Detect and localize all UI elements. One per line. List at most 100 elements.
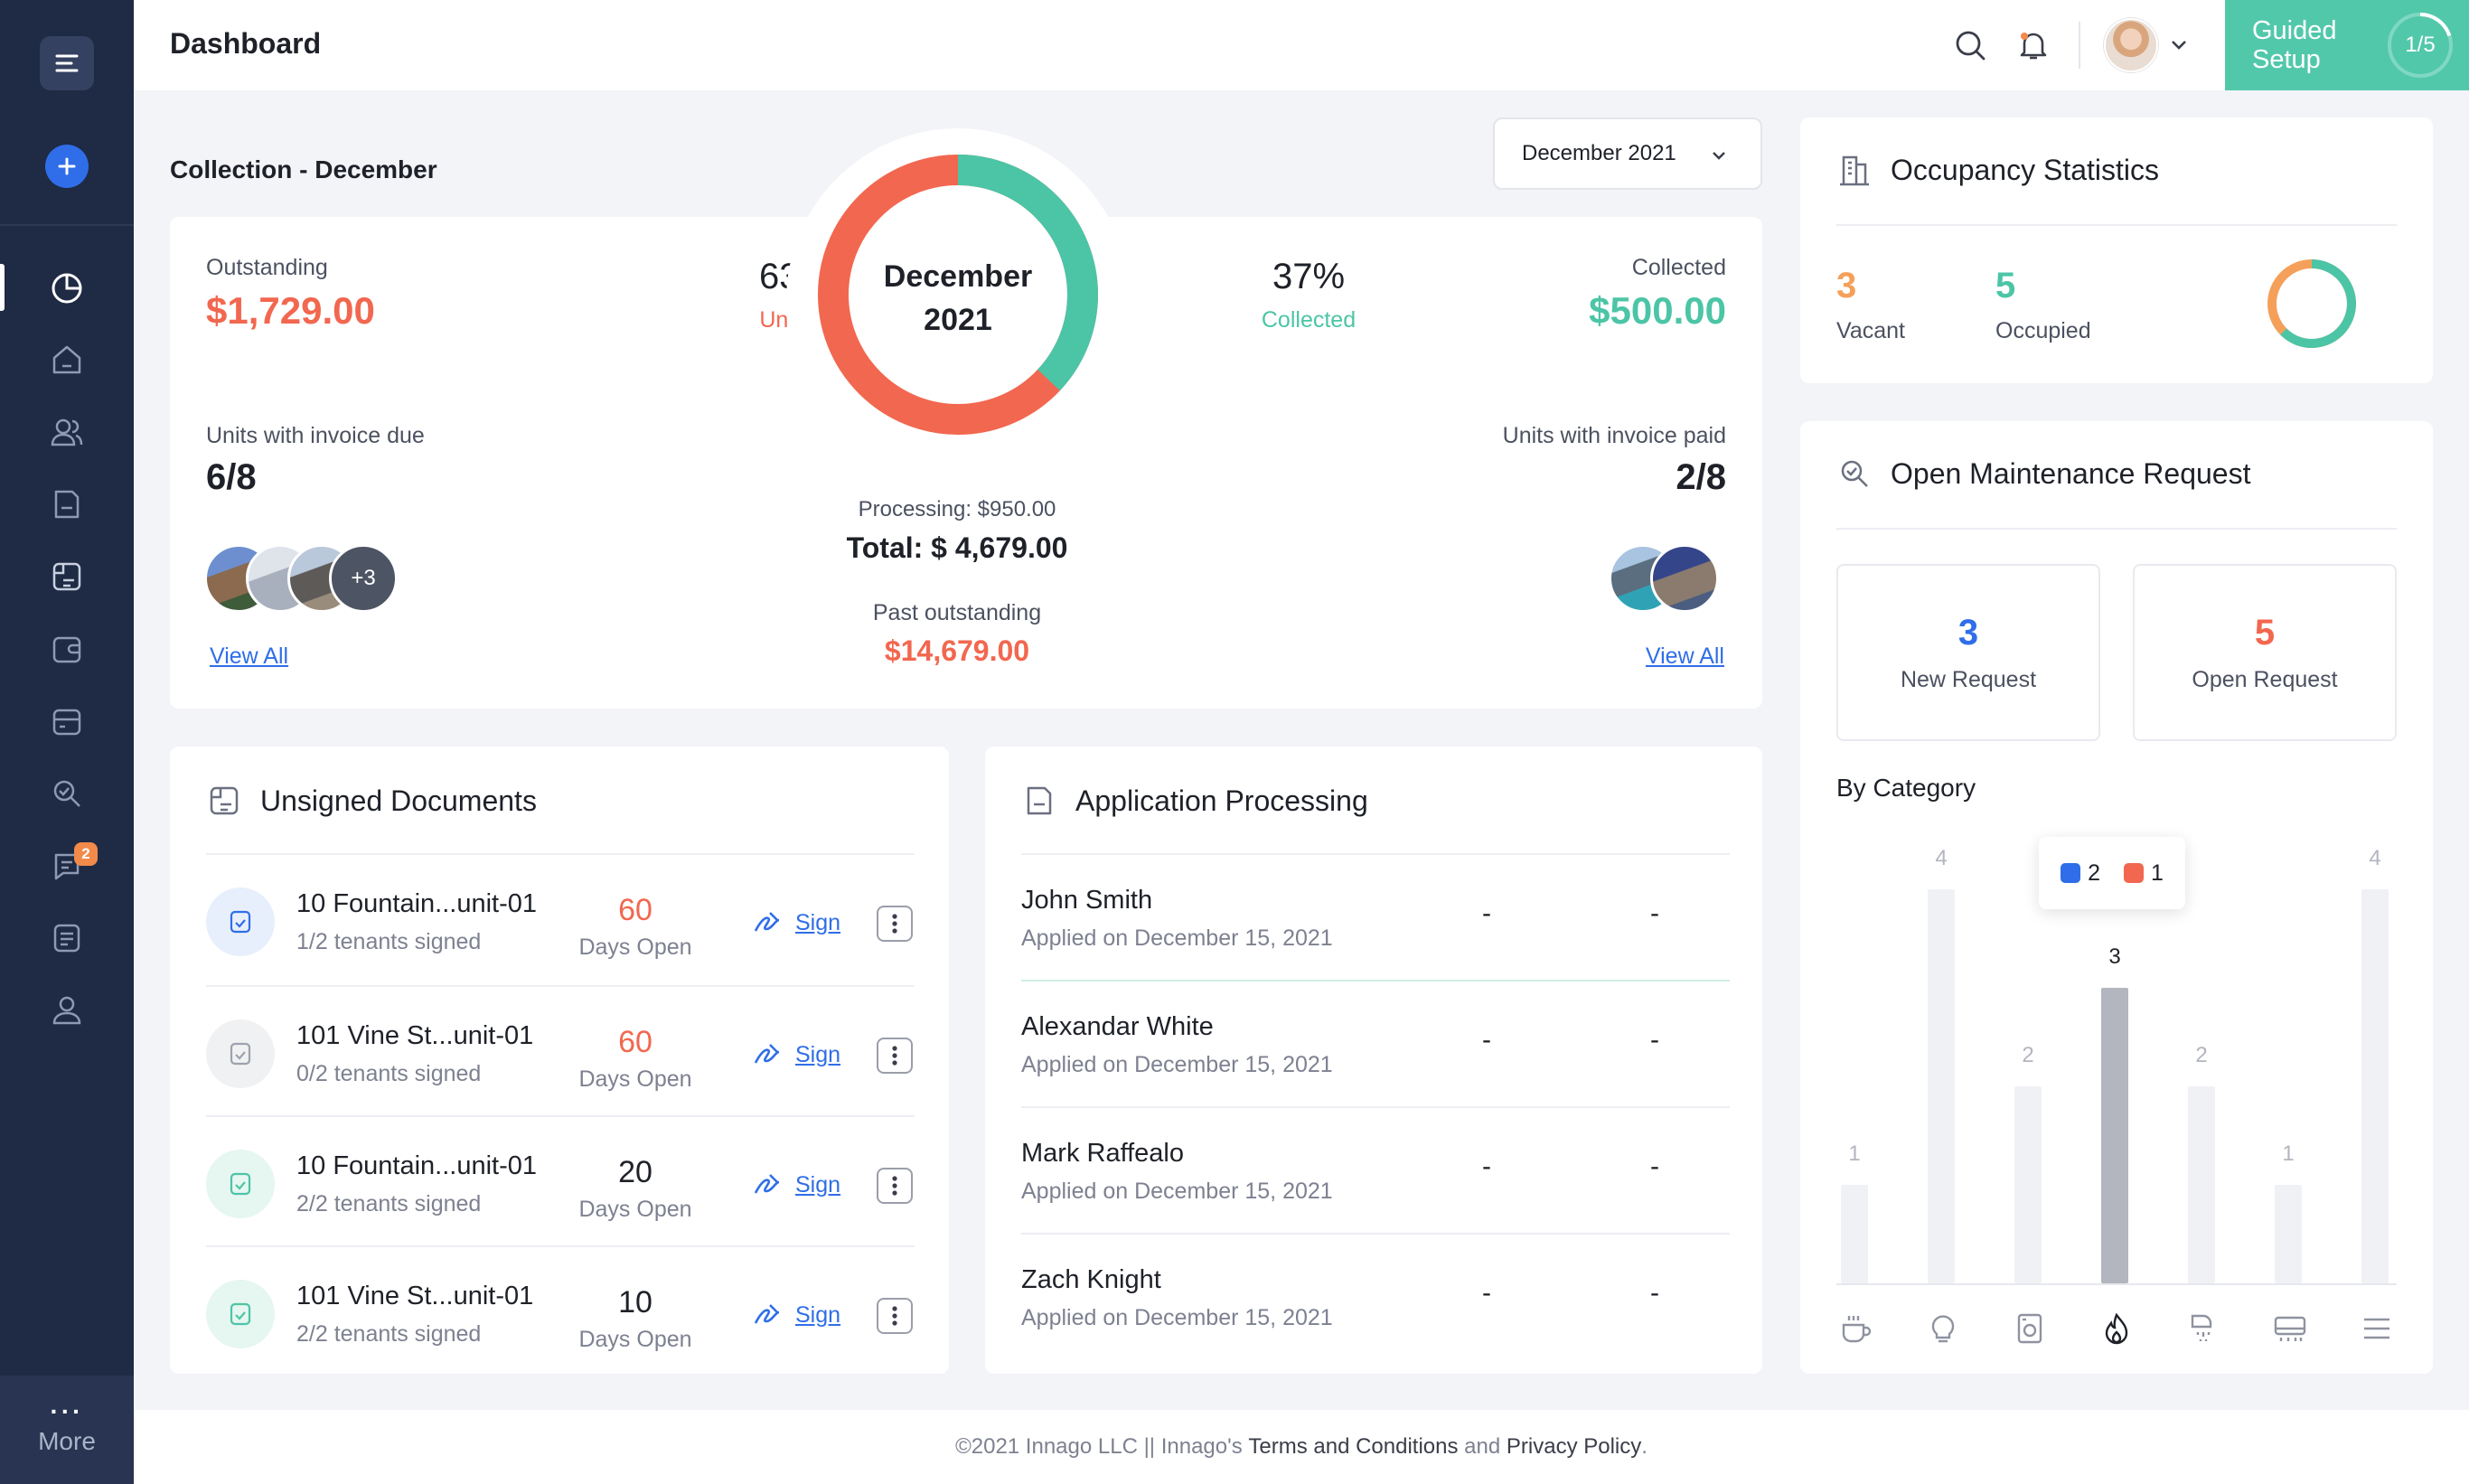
month-select-value: December 2021 (1522, 141, 1676, 165)
new-request-box[interactable]: 3 New Request (1836, 564, 2100, 741)
new-request-value: 3 (1957, 613, 1979, 653)
application-row[interactable]: Mark Raffealo Applied on December 15, 20… (1021, 1106, 1730, 1233)
other-icon[interactable] (2357, 1309, 2397, 1348)
sidebar-item-reports[interactable] (0, 909, 134, 967)
sidebar-item-profile[interactable] (0, 982, 134, 1039)
tooltip-red: 1 (2124, 860, 2164, 887)
avatar-chevron[interactable] (2167, 33, 2191, 61)
view-all-due-link[interactable]: View All (210, 643, 288, 670)
chart-bar-laundry[interactable] (2014, 1086, 2042, 1283)
sidebar-item-payments[interactable] (0, 620, 134, 678)
unsigned-documents-title: Unsigned Documents (260, 784, 537, 817)
score-placeholder: - (1650, 1025, 1659, 1055)
doc-sign-icon (206, 1150, 275, 1218)
collected-label: Collected (1631, 255, 1726, 280)
status-placeholder: - (1482, 898, 1491, 928)
user-avatar[interactable] (2104, 18, 2158, 72)
application-row[interactable]: John Smith Applied on December 15, 2021 … (1021, 853, 1730, 980)
document-row[interactable]: 10 Fountain...unit-01 2/2 tenants signed… (206, 1115, 915, 1245)
terms-link[interactable]: Terms and Conditions (1248, 1434, 1458, 1460)
sign-button[interactable]: Sign (752, 1301, 840, 1329)
notifications-button[interactable] (2010, 22, 2057, 69)
pie-chart-icon (52, 273, 82, 304)
footer-and: and (1464, 1434, 1501, 1459)
sign-button[interactable]: Sign (752, 1041, 840, 1068)
sidebar-item-dashboard[interactable] (0, 258, 134, 316)
kebab-icon (892, 1176, 897, 1196)
application-row[interactable]: Zach Knight Applied on December 15, 2021… (1021, 1233, 1730, 1359)
signature-icon (754, 1044, 780, 1064)
home-icon (52, 345, 81, 374)
document-row[interactable]: 101 Vine St...unit-01 2/2 tenants signed… (206, 1245, 915, 1376)
add-button[interactable] (45, 145, 89, 188)
outstanding-label: Outstanding (206, 255, 328, 280)
sign-label: Sign (795, 1301, 841, 1328)
chart-bar-plumbing[interactable] (2188, 1086, 2215, 1283)
guided-label-2: Setup (2252, 45, 2321, 74)
open-request-box[interactable]: 5 Open Request (2133, 564, 2397, 741)
privacy-link[interactable]: Privacy Policy (1507, 1434, 1641, 1460)
more-options-button[interactable] (877, 1298, 913, 1334)
wrench-icon (53, 780, 80, 807)
occupied-label: Occupied (1995, 318, 2091, 343)
sidebar-divider (0, 224, 134, 226)
sidebar-item-leases[interactable] (0, 475, 134, 533)
tooltip-red-value: 1 (2151, 859, 2164, 886)
applicant-name: Alexandar White (1021, 1012, 1214, 1041)
signature-icon (754, 1304, 780, 1324)
hvac-icon[interactable] (2270, 1309, 2310, 1348)
vacant-label: Vacant (1836, 318, 1905, 343)
past-outstanding-label: Past outstanding (872, 600, 1042, 625)
flame-icon[interactable] (2097, 1309, 2136, 1348)
red-swatch (2124, 862, 2144, 883)
wrench-icon (1841, 460, 1868, 487)
washer-icon[interactable] (2010, 1309, 2050, 1348)
doc-days-value: 20 (618, 1155, 652, 1189)
collected-value: $500.00 (1589, 289, 1726, 332)
chart-bar-other[interactable] (2361, 889, 2389, 1283)
document-row[interactable]: 10 Fountain...unit-01 1/2 tenants signed… (206, 855, 915, 985)
sidebar-item-maintenance[interactable] (0, 765, 134, 822)
guided-progress-ring: 1/5 (2386, 11, 2455, 80)
chart-bar-electrical[interactable] (1928, 889, 1955, 1283)
sidebar-item-tenants[interactable] (0, 403, 134, 461)
more-options-button[interactable] (877, 906, 913, 942)
collected-percent-label: Collected (1261, 307, 1357, 333)
more-button[interactable]: ··· More (0, 1376, 134, 1484)
doc-days-label: Days Open (578, 935, 692, 960)
appliances-icon[interactable] (1836, 1309, 1876, 1348)
more-properties-badge[interactable]: +3 (329, 544, 398, 613)
document-row[interactable]: 101 Vine St...unit-01 0/2 tenants signed… (206, 985, 915, 1115)
doc-name: 10 Fountain...unit-01 (296, 1151, 538, 1180)
search-button[interactable] (1947, 22, 1994, 69)
doc-sign-icon (206, 1280, 275, 1348)
sidebar-item-accounting[interactable] (0, 692, 134, 750)
application-row[interactable]: Alexandar White Applied on December 15, … (1021, 980, 1730, 1106)
month-select[interactable]: December 2021 (1493, 117, 1762, 190)
chart-bar-label: 1 (1848, 1141, 1861, 1166)
status-placeholder: - (1482, 1278, 1491, 1308)
lightbulb-icon[interactable] (1923, 1309, 1963, 1348)
sidebar-item-properties[interactable] (0, 331, 134, 389)
chart-bar-hvac[interactable] (2275, 1185, 2302, 1283)
ellipsis-icon: ··· (50, 1397, 84, 1425)
sign-button[interactable]: Sign (752, 1171, 840, 1198)
chart-bar-appliances[interactable] (1841, 1185, 1868, 1283)
sign-label: Sign (795, 1041, 841, 1067)
guided-setup-button[interactable]: Guided Setup 1/5 (2225, 0, 2469, 90)
doc-days-value: 60 (618, 893, 652, 927)
shower-icon[interactable] (2183, 1309, 2223, 1348)
property-thumbnail[interactable] (1650, 544, 1719, 613)
sidebar-item-documents[interactable] (0, 548, 134, 606)
sidebar-item-messages[interactable]: 2 (0, 837, 134, 895)
signature-icon (754, 1174, 780, 1194)
plus-icon (58, 157, 76, 175)
sign-button[interactable]: Sign (752, 909, 840, 936)
chart-bar-fire-safety[interactable] (2101, 988, 2128, 1283)
more-options-button[interactable] (877, 1168, 913, 1204)
doc-tenants: 1/2 tenants signed (296, 929, 482, 954)
view-all-paid-link[interactable]: View All (1646, 643, 1724, 670)
applied-date: Applied on December 15, 2021 (1021, 1179, 1333, 1204)
menu-toggle-button[interactable] (40, 36, 94, 90)
more-options-button[interactable] (877, 1038, 913, 1074)
